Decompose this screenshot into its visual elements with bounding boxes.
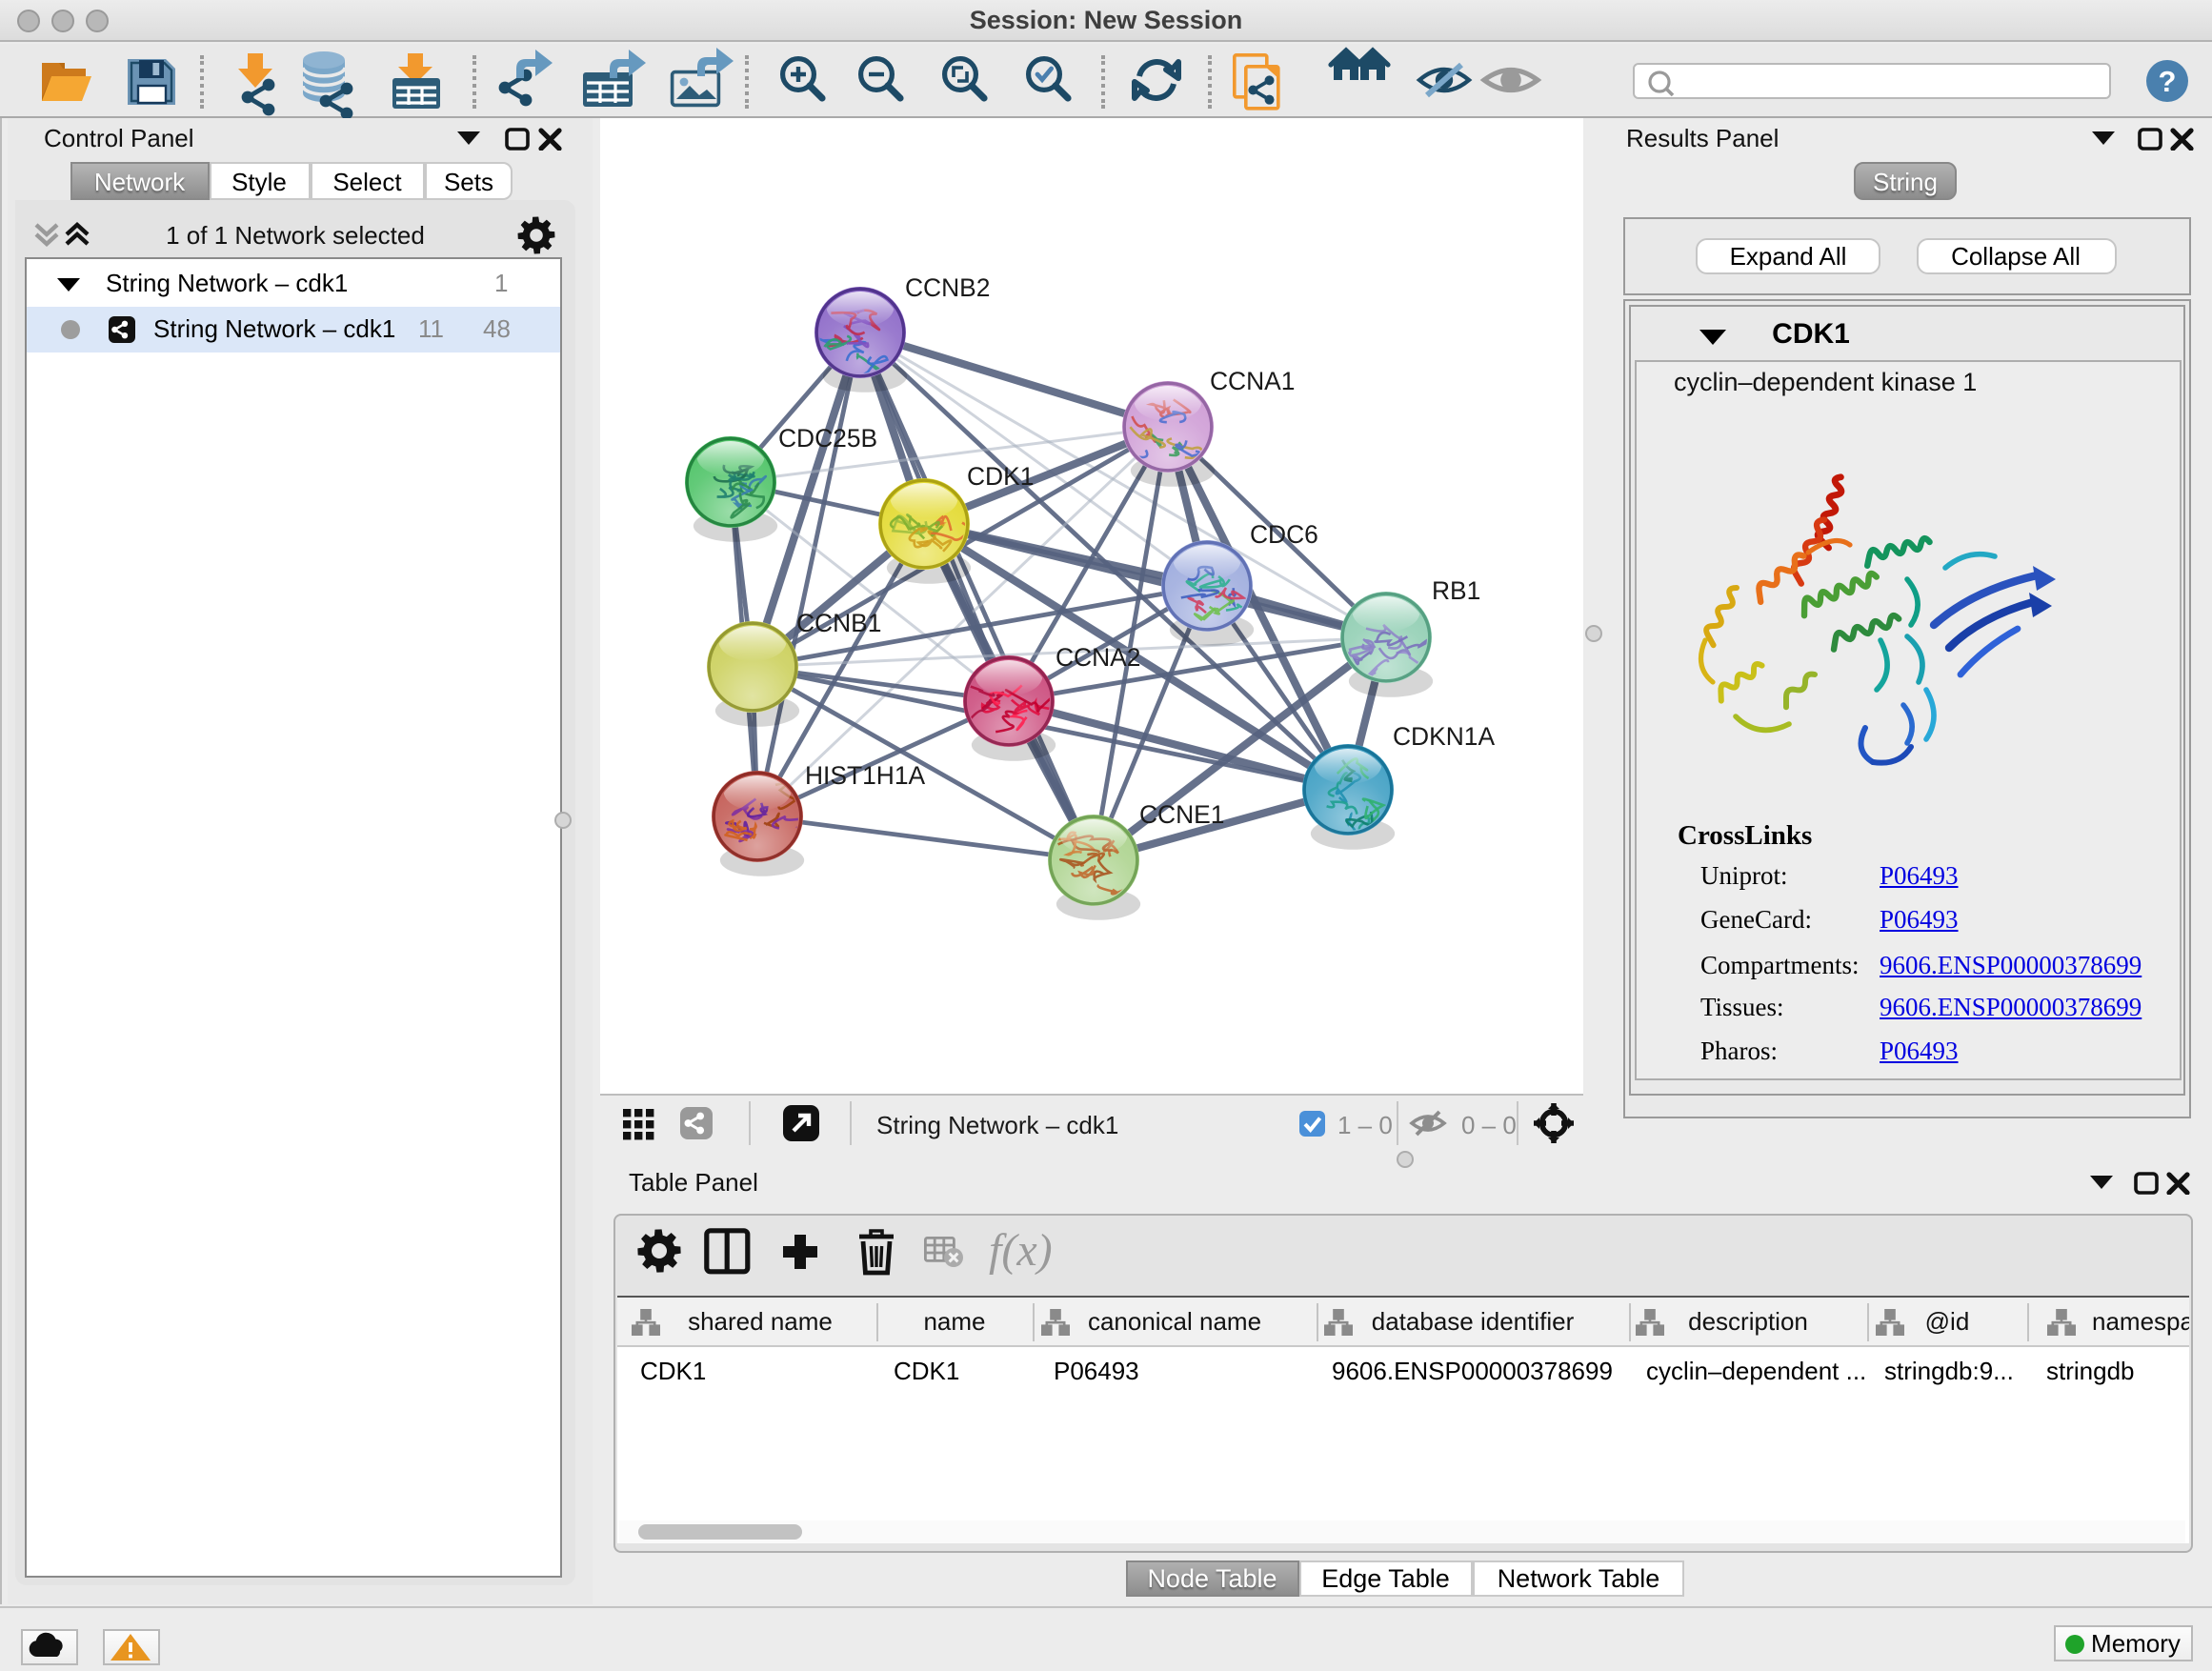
svg-text:CDC6: CDC6: [1250, 520, 1318, 549]
svg-text:CCNB2: CCNB2: [905, 273, 990, 302]
svg-text:CCNE1: CCNE1: [1139, 800, 1224, 829]
svg-text:RB1: RB1: [1432, 576, 1480, 605]
svg-text:CDKN1A: CDKN1A: [1393, 722, 1495, 751]
svg-text:CCNB1: CCNB1: [796, 609, 881, 637]
svg-text:f(x): f(x): [989, 1225, 1053, 1276]
svg-text:CCNA2: CCNA2: [1056, 643, 1140, 672]
svg-text:?: ?: [2159, 65, 2177, 98]
svg-text:CDC25B: CDC25B: [778, 424, 877, 453]
svg-text:CDK1: CDK1: [967, 462, 1034, 491]
svg-text:HIST1H1A: HIST1H1A: [805, 761, 926, 790]
svg-text:CCNA1: CCNA1: [1210, 367, 1295, 395]
